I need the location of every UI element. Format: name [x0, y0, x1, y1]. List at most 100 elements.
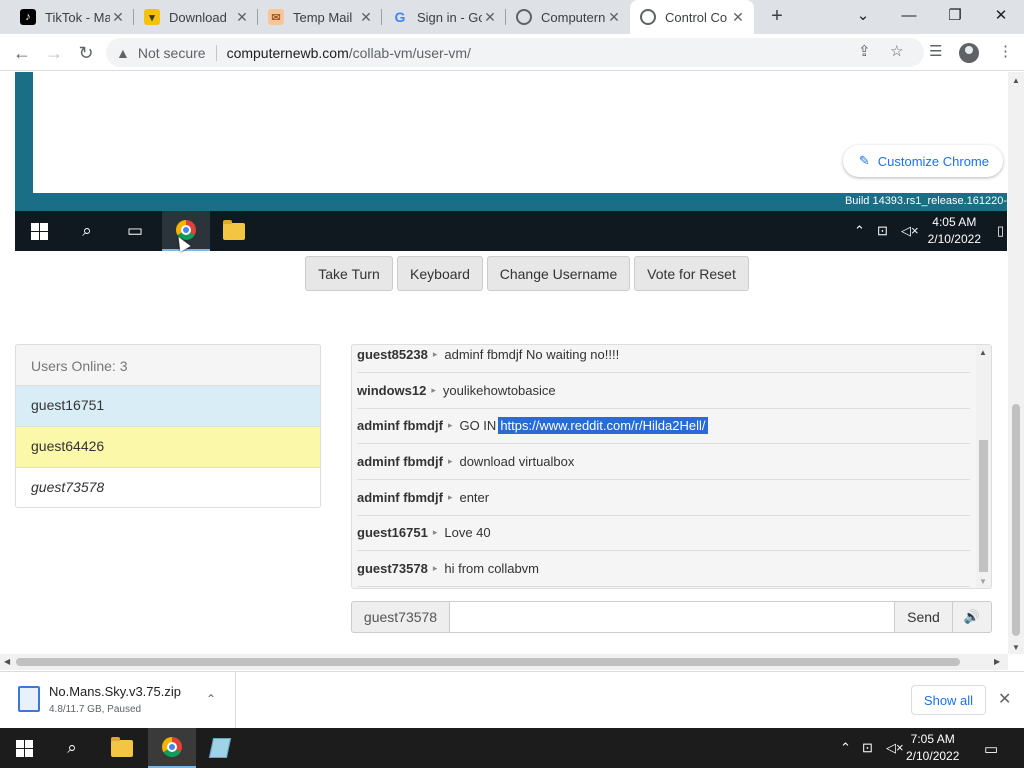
download-filename: No.Mans.Sky.v3.75.zip	[49, 684, 181, 699]
vm-screen[interactable]: ✎ Customize Chrome Build 14393.rs1_relea…	[15, 72, 1007, 251]
start-button[interactable]	[15, 211, 63, 251]
tiktok-icon: ♪	[20, 9, 36, 25]
page-vertical-scrollbar[interactable]: ▲ ▼	[1008, 72, 1024, 654]
chevron-up-icon[interactable]: ⌃	[854, 223, 865, 239]
minimize-button[interactable]: —	[886, 0, 932, 30]
chat-message: guest16751 ▸ Love 40	[357, 515, 970, 551]
security-label[interactable]: Not secure	[138, 45, 206, 61]
search-icon[interactable]: ⌕	[48, 728, 96, 768]
scroll-up-icon[interactable]: ▲	[979, 348, 987, 357]
scroll-down-icon[interactable]: ▼	[979, 577, 987, 586]
page-scroll-thumb[interactable]	[1012, 404, 1020, 636]
windows-logo-icon	[15, 739, 33, 757]
chat-text: download virtualbox	[459, 454, 575, 469]
page-hscroll-thumb[interactable]	[16, 658, 960, 666]
chrome-taskbar-button[interactable]	[148, 728, 196, 768]
vm-clock-date: 2/10/2022	[927, 232, 981, 246]
profile-avatar-icon[interactable]	[959, 43, 979, 63]
app-icon	[208, 738, 232, 758]
new-tab-button[interactable]: +	[766, 6, 788, 28]
network-icon[interactable]: ⊡	[877, 223, 888, 239]
show-all-button[interactable]: Show all	[911, 685, 986, 715]
search-icon[interactable]: ⌕	[63, 211, 111, 251]
close-icon[interactable]: ✕	[730, 9, 746, 26]
close-icon[interactable]: ✕	[606, 9, 622, 26]
vm-browser-window[interactable]: ✎ Customize Chrome	[33, 72, 1007, 193]
keyboard-button[interactable]: Keyboard	[397, 256, 483, 291]
file-explorer-button[interactable]	[98, 728, 146, 768]
caret-right-icon: ▸	[432, 349, 438, 359]
app-taskbar-button[interactable]	[196, 728, 244, 768]
menu-icon[interactable]: ⋮	[998, 42, 1013, 60]
restore-button[interactable]: ❐	[932, 0, 978, 30]
share-icon[interactable]: ⇪	[858, 42, 871, 60]
chat-username: guest16751	[357, 525, 428, 540]
tab-title: Computern	[541, 9, 606, 25]
network-icon[interactable]: ⊡	[862, 740, 873, 756]
folder-icon	[111, 736, 133, 757]
browser-toolbar: ← → ↻ ▲ Not secure computernewb.com/coll…	[0, 34, 1024, 71]
tab-title: Temp Mail	[293, 9, 353, 25]
chat-text: youlikehowtobasice	[442, 383, 556, 398]
send-button[interactable]: Send	[894, 601, 953, 633]
tab-title: Download	[169, 9, 227, 25]
download-item[interactable]: No.Mans.Sky.v3.75.zip 4.8/11.7 GB, Pause…	[0, 672, 236, 728]
scroll-left-icon[interactable]: ◀	[4, 657, 10, 666]
computernewb-icon	[640, 9, 656, 25]
scroll-up-icon[interactable]: ▲	[1012, 76, 1020, 85]
media-control-icon[interactable]: ☰	[929, 42, 942, 60]
customize-chrome-button[interactable]: ✎ Customize Chrome	[842, 145, 1003, 177]
caret-right-icon: ▸	[447, 492, 453, 502]
chevron-up-icon[interactable]: ⌃	[206, 692, 216, 706]
chat-text: adminf fbmdjf No waiting no!!!!	[444, 347, 620, 362]
sound-toggle-button[interactable]: 🔊	[952, 601, 992, 633]
tab-search-button[interactable]: ⌄	[840, 0, 886, 30]
user-list-item-self[interactable]: guest73578	[16, 468, 320, 507]
take-turn-button[interactable]: Take Turn	[305, 256, 393, 291]
chat-link[interactable]: https://www.reddit.com/r/Hilda2Hell/	[498, 417, 708, 434]
vote-reset-button[interactable]: Vote for Reset	[634, 256, 749, 291]
chat-username: adminf fbmdjf	[357, 454, 443, 469]
tab-temp-mail[interactable]: ✉ Temp Mail ✕	[258, 0, 382, 34]
start-button[interactable]	[0, 728, 48, 768]
forward-button[interactable]: →	[40, 39, 68, 67]
customize-label: Customize Chrome	[877, 153, 989, 169]
tab-title: Sign in - Go	[417, 9, 482, 25]
tab-download[interactable]: ▾ Download ✕	[134, 0, 258, 34]
windows-build-watermark: Build 14393.rs1_release.161220-	[844, 195, 1007, 207]
notification-icon[interactable]: ▭	[984, 740, 998, 758]
chat-scrollbar[interactable]: ▲ ▼	[976, 345, 991, 588]
task-view-icon[interactable]: ▭	[111, 211, 159, 251]
chat-input[interactable]	[449, 601, 895, 633]
change-username-button[interactable]: Change Username	[487, 256, 630, 291]
close-window-button[interactable]: ✕	[978, 0, 1024, 30]
volume-muted-icon[interactable]: ◁×	[901, 223, 919, 239]
reload-button[interactable]: ↻	[72, 39, 100, 67]
taskbar-clock[interactable]: 7:05 AM 2/10/2022	[906, 731, 959, 765]
close-icon[interactable]: ✕	[998, 689, 1011, 709]
download-status: 4.8/11.7 GB, Paused	[49, 704, 142, 715]
page-horizontal-scrollbar[interactable]: ◀ ▶	[0, 654, 1008, 670]
file-explorer-button[interactable]	[210, 211, 258, 251]
notification-icon[interactable]: ▯	[997, 223, 1004, 239]
star-icon[interactable]: ☆	[890, 42, 903, 60]
tab-google-signin[interactable]: G Sign in - Go ✕	[382, 0, 506, 34]
back-button[interactable]: ←	[8, 39, 36, 67]
close-icon[interactable]: ✕	[234, 9, 250, 26]
chevron-up-icon[interactable]: ⌃	[840, 740, 851, 756]
scroll-right-icon[interactable]: ▶	[994, 657, 1000, 666]
user-list-item[interactable]: guest16751	[16, 386, 320, 427]
tab-computernewb[interactable]: Computern ✕	[506, 0, 630, 34]
chat-scroll-thumb[interactable]	[979, 440, 988, 572]
tab-tiktok[interactable]: ♪ TikTok - Ma ✕	[10, 0, 134, 34]
close-icon[interactable]: ✕	[358, 9, 374, 26]
address-bar[interactable]: ▲ Not secure computernewb.com/collab-vm/…	[106, 38, 924, 67]
close-icon[interactable]: ✕	[482, 9, 498, 26]
vm-clock[interactable]: 4:05 AM 2/10/2022	[928, 214, 981, 248]
tab-control-collabvm[interactable]: Control Co ✕	[630, 0, 754, 34]
scroll-down-icon[interactable]: ▼	[1012, 643, 1020, 652]
close-icon[interactable]: ✕	[110, 9, 126, 26]
volume-muted-icon[interactable]: ◁×	[886, 740, 904, 756]
warning-icon: ▲	[116, 44, 130, 61]
user-list-item[interactable]: guest64426	[16, 427, 320, 468]
